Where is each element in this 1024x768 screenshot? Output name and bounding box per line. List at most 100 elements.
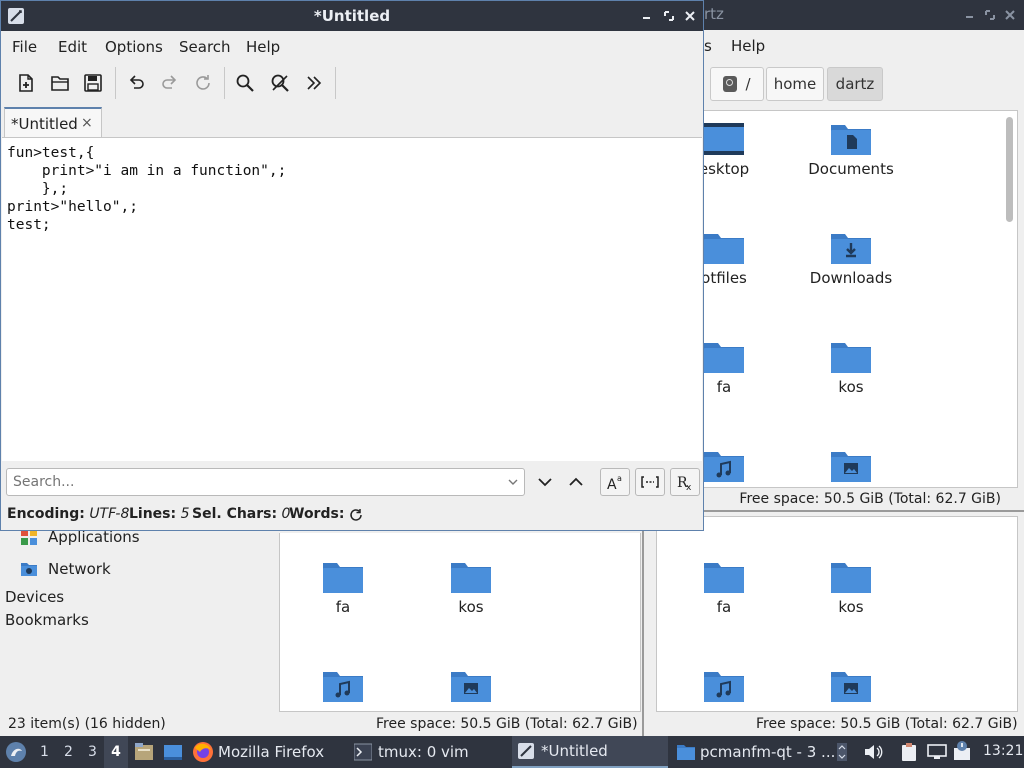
free-space-label: Free space: 50.5 GiB (Total: 62.7 GiB) (756, 716, 1018, 732)
maximize-icon[interactable] (661, 8, 677, 24)
firefox-icon (192, 741, 214, 763)
network-icon[interactable] (927, 743, 947, 761)
window-title: *Untitled (313, 7, 391, 25)
task-label: pcmanfm-qt - 3 ... (700, 743, 836, 761)
path-dartz-button[interactable]: dartz (827, 67, 883, 101)
free-space-label: Free space: 50.5 GiB (Total: 62.7 GiB) (739, 491, 1001, 507)
replace-icon[interactable] (268, 71, 292, 95)
folder-view-bottom-right[interactable]: fa kos (656, 516, 1018, 712)
open-folder-icon[interactable] (48, 71, 72, 95)
folder-item[interactable] (416, 668, 526, 704)
side-section-devices[interactable]: Devices (5, 588, 64, 606)
undo-icon[interactable] (124, 71, 148, 95)
refresh-words-icon[interactable] (349, 508, 363, 522)
split-divider[interactable] (642, 512, 644, 736)
folder-item[interactable]: otfiles (701, 230, 779, 287)
folder-item[interactable] (701, 448, 779, 484)
menu-edit[interactable]: Edit (58, 38, 87, 56)
lines-label: Lines: (129, 506, 177, 522)
folder-item[interactable]: kos (416, 559, 526, 616)
music-folder-icon (704, 452, 744, 482)
menu-file[interactable]: File (12, 38, 37, 56)
folder-view-top[interactable]: esktop Documents otfiles Downloads fa ko… (700, 110, 1018, 488)
svg-text:x: x (686, 483, 692, 491)
menu-help[interactable]: Help (246, 38, 280, 56)
more-icon[interactable] (302, 71, 326, 95)
task-untitled-active[interactable]: *Untitled (512, 736, 668, 768)
folder-item[interactable]: fa (288, 559, 398, 616)
file-manager-launcher-icon[interactable] (134, 742, 154, 762)
folder-icon (704, 563, 744, 593)
folder-item[interactable] (669, 668, 779, 704)
reload-icon[interactable] (191, 71, 215, 95)
folder-item[interactable]: Downloads (796, 230, 906, 287)
folder-view-bottom-left[interactable]: fa kos (279, 533, 641, 712)
workspace-4-active[interactable]: 4 (104, 736, 128, 768)
redo-icon[interactable] (158, 71, 182, 95)
fm-menu-help[interactable]: Help (731, 37, 765, 55)
clock[interactable]: 13:21 (983, 743, 1023, 759)
editor-toolbar (1, 61, 703, 105)
path-root-label: / (745, 75, 751, 93)
update-notifier-icon[interactable] (952, 740, 974, 762)
clipboard-icon[interactable] (900, 742, 918, 762)
folder-icon (676, 743, 696, 761)
folder-label: kos (838, 598, 864, 616)
folder-item[interactable] (796, 668, 906, 704)
fm-menu-partial[interactable]: s (704, 37, 712, 55)
side-section-bookmarks[interactable]: Bookmarks (5, 611, 89, 629)
find-previous-icon[interactable] (568, 476, 584, 488)
minimize-icon[interactable] (962, 7, 978, 23)
chevron-down-icon[interactable] (507, 476, 519, 488)
tab-close-icon[interactable]: × (81, 115, 93, 131)
text-editor-window: *Untitled File Edit Options Search Help (0, 0, 704, 531)
menu-search[interactable]: Search (179, 38, 231, 56)
maximize-icon[interactable] (982, 7, 998, 23)
desktop-launcher-icon[interactable] (163, 742, 183, 762)
folder-item[interactable]: kos (796, 339, 906, 396)
side-item-label: Network (48, 560, 111, 578)
folder-icon (451, 563, 491, 593)
editor-titlebar[interactable]: *Untitled (1, 1, 703, 31)
folder-label: kos (458, 598, 484, 616)
new-document-icon[interactable] (14, 71, 38, 95)
task-pcmanfm[interactable]: pcmanfm-qt - 3 ... (676, 736, 835, 768)
workspace-1[interactable]: 1 (40, 744, 49, 760)
folder-item[interactable]: kos (796, 559, 906, 616)
folder-item[interactable]: fa (669, 559, 779, 616)
workspace-3[interactable]: 3 (88, 744, 97, 760)
encoding-value: UTF-8 (89, 506, 130, 522)
folder-item[interactable] (796, 448, 906, 484)
task-firefox[interactable]: Mozilla Firefox (192, 736, 342, 768)
folder-item[interactable]: Documents (796, 121, 906, 178)
tab-untitled[interactable]: *Untitled × (4, 107, 102, 137)
folder-item[interactable] (288, 668, 398, 704)
path-root-button[interactable]: / (710, 67, 764, 101)
save-icon[interactable] (81, 71, 105, 95)
task-tmux[interactable]: tmux: 0 vim (354, 736, 504, 768)
folder-label: Documents (808, 160, 894, 178)
volume-icon[interactable] (863, 743, 883, 761)
search-input[interactable] (6, 468, 525, 496)
match-case-button[interactable]: Aa (600, 468, 630, 496)
minimize-icon[interactable] (639, 8, 655, 24)
side-item-network[interactable]: Network (20, 560, 111, 578)
scroll-indicator-icon[interactable] (836, 742, 848, 762)
close-icon[interactable] (682, 8, 698, 24)
folder-item[interactable]: fa (701, 339, 779, 396)
code-editor-textarea[interactable]: fun>test,{ print>"i am in a function",; … (2, 137, 702, 461)
free-space-label: Free space: 50.5 GiB (Total: 62.7 GiB) (376, 716, 638, 732)
menu-options[interactable]: Options (105, 38, 163, 56)
scrollbar-thumb[interactable] (1006, 117, 1013, 222)
close-icon[interactable] (1002, 7, 1018, 23)
editor-statusbar: Encoding: UTF-8 Lines: 5 Sel. Chars: 0 W… (1, 503, 703, 529)
path-home-button[interactable]: home (766, 67, 824, 101)
whole-word-button[interactable] (635, 468, 665, 496)
fm-title: rtz (704, 5, 724, 23)
regex-button[interactable]: Rx (670, 468, 700, 496)
find-icon[interactable] (233, 71, 257, 95)
workspace-2[interactable]: 2 (64, 744, 73, 760)
start-menu-icon[interactable] (5, 741, 27, 763)
find-next-icon[interactable] (537, 476, 553, 488)
folder-item[interactable]: esktop (701, 121, 779, 178)
